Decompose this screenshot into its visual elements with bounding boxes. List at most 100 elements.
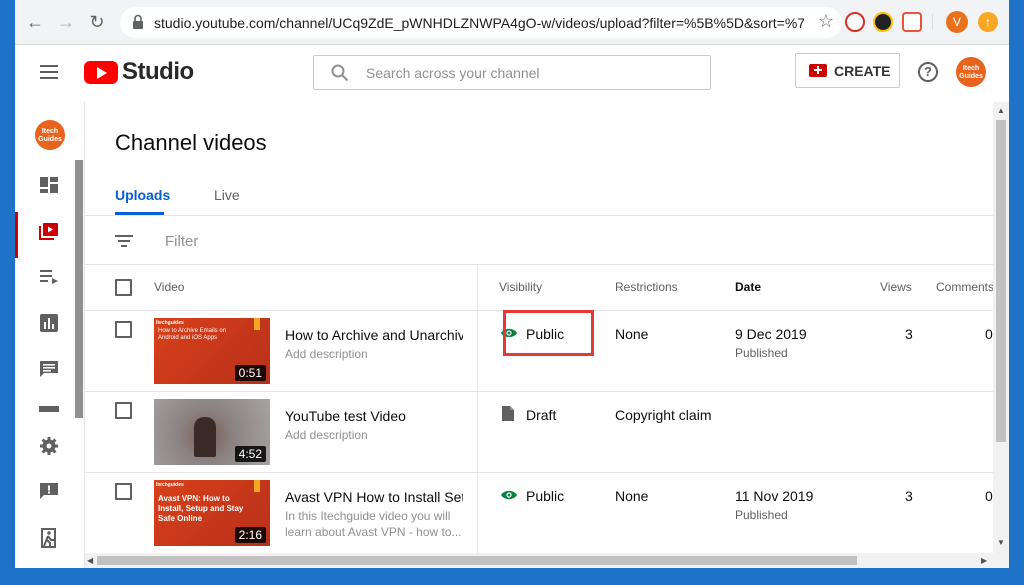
playlists-icon [40,270,58,284]
url-text[interactable]: studio.youtube.com/channel/UCq9ZdE_pWNHD… [154,15,804,31]
feedback-icon [40,483,58,499]
visibility-value[interactable]: Public [526,488,564,504]
exit-icon [41,528,56,548]
thumbnail-brand: Itechguides [156,320,184,326]
views-value: 3 [905,326,913,342]
visibility-value[interactable]: Draft [526,407,556,423]
browser-toolbar: ← → ↻ studio.youtube.com/channel/UCq9ZdE… [15,0,1009,45]
extension-icon-1[interactable] [845,12,865,32]
address-bar[interactable]: studio.youtube.com/channel/UCq9ZdE_pWNHD… [120,7,842,38]
row-checkbox[interactable] [115,321,132,338]
lock-icon [133,14,143,29]
visibility-highlight-box [503,310,594,356]
thumbnail-text: How to Archive Emails on Android and iOS… [158,328,227,341]
column-header-restrictions[interactable]: Restrictions [615,280,678,294]
back-icon[interactable]: ← [23,10,47,34]
tab-live[interactable]: Live [214,187,240,203]
comments-value: 0 [985,326,993,342]
horizontal-scrollbar[interactable]: ◀ ▶ [85,553,993,568]
sidebar-item-settings[interactable] [15,422,75,468]
sidebar-item-analytics[interactable] [15,300,75,346]
menu-icon[interactable] [40,65,58,79]
shield-extension-icon[interactable] [902,12,922,32]
profile-avatar[interactable]: V [946,11,968,33]
create-video-icon [809,64,827,77]
video-duration: 2:16 [234,527,266,543]
thumbnail-figure [194,417,216,457]
views-value: 3 [905,488,913,504]
date-status: Published [735,346,788,360]
video-thumbnail[interactable]: Itechguides How to Archive Emails on And… [154,318,270,384]
row-checkbox[interactable] [115,483,132,500]
sidebar-item-playlists[interactable] [15,254,75,300]
column-header-visibility[interactable]: Visibility [499,280,542,294]
video-duration: 0:51 [234,365,266,381]
thumbnail-brand: Itechguides [156,482,184,488]
sidebar-item-subtitles[interactable] [15,392,75,412]
column-header-views[interactable]: Views [880,280,912,294]
video-title[interactable]: Avast VPN How to Install Set... [285,489,463,505]
video-description[interactable]: Add description [285,347,368,361]
main-content: Channel videos Uploads Live Filter Video… [85,102,1009,568]
page-title: Channel videos [115,130,267,155]
create-button[interactable]: CREATE [795,53,900,88]
video-thumbnail[interactable]: 4:52 [154,399,270,465]
scroll-up-icon[interactable]: ▲ [997,106,1005,115]
select-all-checkbox[interactable] [115,279,132,296]
scroll-left-icon[interactable]: ◀ [87,556,93,565]
extension-icon-2[interactable] [873,12,893,32]
reload-icon[interactable]: ↻ [85,10,109,34]
column-header-date[interactable]: Date [735,280,761,294]
sidebar-item-videos[interactable] [15,208,75,258]
scroll-down-icon[interactable]: ▼ [997,538,1005,547]
bookmark-star-icon[interactable]: ☆ [818,11,834,32]
filter-divider [85,264,995,265]
restrictions-value: None [615,488,649,504]
scroll-right-icon[interactable]: ▶ [981,556,987,565]
tab-uploads[interactable]: Uploads [115,187,170,203]
create-label: CREATE [834,63,891,79]
thumbnail-text: Avast VPN: How to Install, Setup and Sta… [158,494,244,523]
horizontal-scroll-thumb[interactable] [97,556,857,565]
sidebar-item-comments[interactable] [15,346,75,392]
filter-input[interactable]: Filter [165,233,198,250]
sidebar-item-dashboard[interactable] [15,162,75,208]
sidebar-item-classic-studio[interactable] [15,514,75,560]
row-divider [85,391,995,392]
help-icon[interactable]: ? [918,62,938,82]
column-header-comments[interactable]: Comments [936,280,994,294]
date-value: 11 Nov 2019 [735,488,814,504]
youtube-logo-icon[interactable] [84,61,118,84]
vertical-scroll-thumb[interactable] [996,120,1006,442]
video-title[interactable]: YouTube test Video [285,408,463,424]
account-avatar[interactable]: Itech Guides [956,57,986,87]
filter-icon[interactable] [115,235,133,247]
update-icon[interactable]: ↑ [978,12,998,32]
row-divider [85,472,995,473]
restrictions-value: None [615,326,649,342]
video-thumbnail[interactable]: Itechguides Avast VPN: How to Install, S… [154,480,270,546]
sidebar-item-feedback[interactable] [15,468,75,514]
studio-logo-text[interactable]: Studio [122,58,194,86]
thumbnail-tag [254,318,260,330]
column-header-video[interactable]: Video [154,280,184,294]
video-description[interactable]: Add description [285,428,368,442]
channel-avatar[interactable]: Itech Guides [35,120,65,150]
row-checkbox[interactable] [115,402,132,419]
video-description[interactable]: In this Itechguide video you will learn … [285,508,463,540]
date-status: Published [735,508,788,522]
studio-header: Studio CREATE ? Itech Guides [15,45,1009,102]
restrictions-value[interactable]: Copyright claim [615,407,711,423]
toolbar-divider [932,14,933,30]
browser-window: ← → ↻ studio.youtube.com/channel/UCq9ZdE… [15,0,1009,568]
tabs-divider [85,215,995,216]
gear-icon [40,437,58,455]
forward-icon[interactable]: → [54,10,78,34]
vertical-scrollbar[interactable]: ▲ ▼ [993,102,1009,568]
video-duration: 4:52 [234,446,266,462]
search-input[interactable] [366,56,696,89]
search-box[interactable] [313,55,711,90]
video-title[interactable]: How to Archive and Unarchiv... [285,327,463,343]
sidebar-scrollbar[interactable] [75,160,83,418]
search-icon [331,64,349,82]
